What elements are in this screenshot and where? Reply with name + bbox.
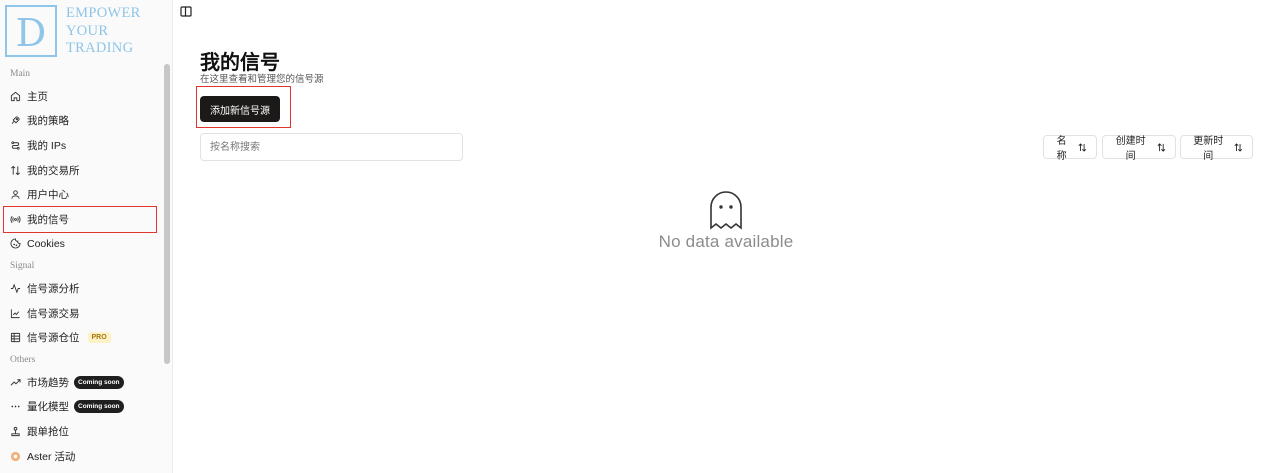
sort-arrows-icon: [1078, 142, 1087, 152]
sort-label: 更新时间: [1193, 136, 1224, 162]
logo-letter: D: [15, 11, 47, 55]
tagline-line-3: TRADING: [66, 40, 134, 56]
sidebar-item-label: 我的信号: [27, 213, 69, 226]
ghost-icon: [710, 191, 742, 230]
sidebar-item-user-center[interactable]: 用户中心: [0, 182, 172, 207]
line-chart-icon: [10, 308, 21, 319]
joystick-icon: [10, 426, 21, 437]
rocket-icon: [10, 115, 21, 126]
search-input[interactable]: [200, 133, 463, 161]
coming-soon-badge: Coming soon: [74, 375, 124, 389]
sidebar-item-ips[interactable]: 我的 IPs: [0, 133, 172, 158]
section-label-others: Others: [10, 354, 36, 365]
sort-by-name-button[interactable]: 名称: [1043, 135, 1097, 162]
empty-state-text: No data available: [658, 232, 794, 251]
sidebar-item-label: 信号源交易: [27, 307, 80, 320]
sidebar-item-label: 我的 IPs: [27, 139, 67, 152]
cookie-icon: [10, 238, 21, 249]
sidebar-toggle-icon[interactable]: [180, 4, 192, 17]
page-subtitle: 在这里查看和管理您的信号源: [200, 74, 324, 85]
pro-badge: PRO: [87, 332, 111, 344]
sidebar-item-label: 主页: [27, 90, 48, 103]
sidebar-item-my-signals[interactable]: 我的信号: [3, 205, 157, 233]
sidebar-item-quant-models[interactable]: 量化模型 Coming soon: [0, 395, 172, 420]
sidebar-item-label: Cookies: [27, 237, 65, 250]
sort-label: 创建时间: [1115, 136, 1146, 162]
sidebar-item-label: 我的策略: [27, 115, 69, 128]
activity-icon: [10, 283, 21, 294]
sidebar-item-label: 跟单抢位: [27, 425, 69, 438]
trend-icon: [10, 377, 21, 388]
sidebar-item-signal-positions[interactable]: 信号源仓位 PRO: [0, 325, 172, 350]
section-label-signal: Signal: [10, 261, 35, 272]
logo-tagline: EMPOWER YOUR TRADING: [66, 5, 141, 58]
tagline-line-2: YOUR: [66, 22, 109, 39]
sidebar-item-strategies[interactable]: 我的策略: [0, 109, 172, 134]
sidebar-item-label: 用户中心: [27, 189, 69, 202]
sidebar-item-label: 信号源仓位: [27, 332, 80, 345]
home-icon: [10, 91, 21, 102]
route-icon: [10, 140, 21, 151]
sort-arrows-icon: [1234, 142, 1243, 152]
sidebar-item-cookies[interactable]: Cookies: [0, 232, 172, 257]
table-icon: [10, 332, 21, 343]
ellipsis-icon: [10, 401, 21, 412]
sidebar-item-signal-trades[interactable]: 信号源交易: [0, 301, 172, 326]
sidebar-item-signal-analysis[interactable]: 信号源分析: [0, 276, 172, 301]
sidebar-item-market-trends[interactable]: 市场趋势 Coming soon: [0, 370, 172, 395]
sort-arrows-icon: [1157, 142, 1166, 152]
sidebar-item-label: Aster 活动: [27, 450, 76, 463]
sidebar-item-label: 市场趋势: [27, 376, 69, 389]
sidebar-scrollbar[interactable]: [164, 64, 170, 364]
sort-by-updated-button[interactable]: 更新时间: [1180, 135, 1253, 162]
sort-label: 名称: [1056, 136, 1067, 162]
sidebar-item-copy-trading[interactable]: 跟单抢位: [0, 419, 172, 444]
empty-state: No data available: [633, 190, 819, 252]
tagline-line-1: EMPOWER: [66, 5, 141, 21]
sidebar: D EMPOWER YOUR TRADING Main 主页 我的策略 我的 I…: [0, 0, 173, 473]
brand-logo[interactable]: D EMPOWER YOUR TRADING: [0, 0, 172, 64]
user-icon: [10, 189, 21, 200]
section-label-main: Main: [10, 69, 31, 79]
add-signal-button[interactable]: 添加新信号源: [200, 96, 280, 122]
sidebar-item-exchanges[interactable]: 我的交易所: [0, 158, 172, 183]
radio-icon: [10, 214, 21, 225]
sidebar-item-label: 信号源分析: [27, 282, 80, 295]
sidebar-item-label: 量化模型: [27, 401, 69, 414]
aster-icon: [10, 451, 21, 462]
coming-soon-badge: Coming soon: [74, 400, 124, 414]
sidebar-item-home[interactable]: 主页: [0, 84, 172, 109]
logo-mark: D: [5, 5, 57, 57]
sidebar-item-label: 我的交易所: [27, 164, 80, 177]
main-content: 我的信号 在这里查看和管理您的信号源 添加新信号源 名称 创建时间 更新时间 N…: [173, 0, 1280, 473]
exchange-icon: [10, 165, 21, 176]
sidebar-item-aster-events[interactable]: Aster 活动: [0, 444, 172, 469]
sort-by-created-button[interactable]: 创建时间: [1102, 135, 1176, 162]
